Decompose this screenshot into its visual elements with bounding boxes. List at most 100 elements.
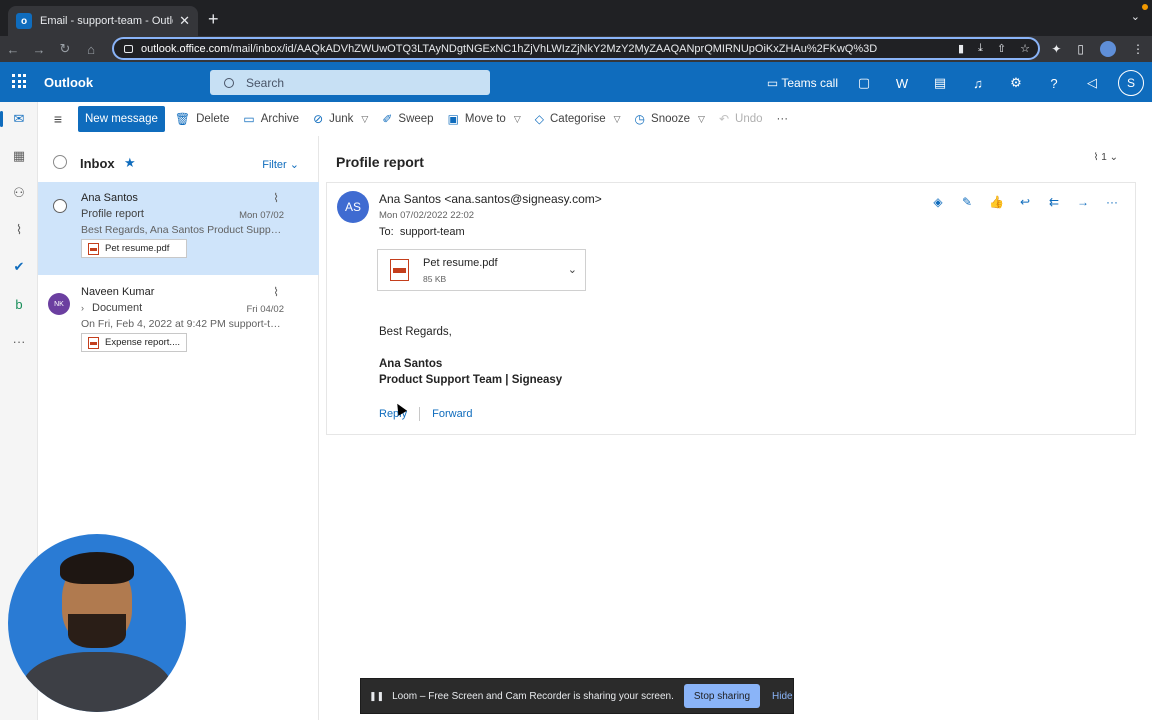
notifications-bell-icon[interactable]: ♫ (966, 76, 990, 91)
trash-icon: 🗑 (174, 112, 191, 126)
calendar-icon[interactable]: ▦ (0, 145, 38, 167)
address-bar[interactable]: outlook.office.com/mail/inbox/id/AAQkADV… (112, 37, 1040, 60)
camera-icon[interactable]: ▮ (958, 42, 964, 55)
categorise-button[interactable]: ◇ Categorise ▽ (535, 112, 621, 126)
reply-icon[interactable]: ↩ (1018, 195, 1032, 209)
app-name[interactable]: Outlook (44, 75, 93, 90)
mail-subject: Profile report (81, 208, 144, 220)
forward-icon[interactable]: → (1076, 195, 1090, 209)
webcam-bubble[interactable] (8, 534, 186, 712)
extensions-puzzle-icon[interactable]: ✦ (1051, 42, 1061, 56)
presenter-body (22, 652, 172, 712)
reload-icon[interactable]: ↻ (52, 41, 78, 57)
folder-move-icon: ▣ (447, 112, 459, 126)
todo-check-icon[interactable]: ✔ (0, 256, 38, 278)
files-paperclip-icon[interactable]: ⌇ (0, 219, 38, 241)
side-panel-icon[interactable]: ▯ (1077, 42, 1084, 56)
chat-icon[interactable]: ▢ (852, 75, 876, 91)
pdf-icon (88, 242, 99, 255)
attachment-chip[interactable]: Pet resume.pdf (81, 239, 187, 258)
mail-preview: Best Regards, Ana Santos Product Support… (81, 224, 286, 236)
edit-note-icon[interactable]: ✎ (960, 195, 974, 209)
search-input[interactable]: Search (210, 70, 490, 95)
share-message: Loom – Free Screen and Cam Recorder is s… (392, 690, 674, 702)
tab-close-icon[interactable]: ✕ (179, 13, 190, 29)
teams-call-button[interactable]: ▭ Teams call (767, 76, 838, 90)
reply-all-icon[interactable]: ⇇ (1047, 195, 1061, 209)
attachment-chip[interactable]: Expense report.... (81, 333, 187, 352)
junk-button[interactable]: ⊘ Junk ▽ (313, 112, 368, 126)
filter-button[interactable]: Filter ⌄ (262, 158, 299, 171)
sweep-button[interactable]: ✐ Sweep (382, 112, 433, 126)
undo-button[interactable]: ↶ Undo (719, 112, 763, 126)
word-icon[interactable]: W (890, 76, 914, 91)
chevron-right-icon: › (81, 303, 84, 313)
chevron-down-icon[interactable]: ⌄ (568, 263, 577, 276)
undo-icon: ↶ (718, 112, 730, 126)
browser-tab[interactable]: o Email - support-team - Outlook ✕ (8, 6, 198, 36)
tab-search-icon[interactable]: ⌄ (1131, 10, 1140, 23)
favorite-star-icon[interactable]: ★ (124, 155, 136, 171)
back-icon[interactable]: ← (0, 42, 26, 57)
search-placeholder: Search (246, 75, 285, 90)
screen-share-bar: ❚❚ Loom – Free Screen and Cam Recorder i… (360, 678, 794, 714)
forward-link[interactable]: Forward (432, 408, 472, 420)
sender-avatar[interactable]: AS (337, 191, 369, 223)
archive-button[interactable]: ▭ Archive (243, 112, 299, 126)
share-icon[interactable]: ⇧ (997, 42, 1006, 55)
people-icon[interactable]: ⚇ (0, 182, 38, 204)
list-item[interactable]: NK Naveen Kumar ⌇ › Document Fri 04/02 On… (38, 276, 319, 369)
select-all-checkbox[interactable] (53, 155, 67, 169)
email-subject: Profile report (336, 154, 424, 170)
attachment-count[interactable]: ⌇ 1 ⌄ (1094, 152, 1118, 163)
more-actions-button[interactable]: ··· (777, 113, 789, 125)
move-to-button[interactable]: ▣ Move to ▽ (448, 112, 521, 126)
my-day-icon[interactable]: ▤ (928, 75, 952, 91)
forward-icon[interactable]: → (26, 42, 52, 57)
hide-button[interactable]: Hide (772, 691, 793, 702)
mail-icon[interactable]: ✉ (0, 108, 38, 130)
install-app-icon[interactable]: ⤓ (978, 42, 983, 55)
broom-icon: ✐ (382, 112, 393, 126)
browser-toolbar: ← → ↻ ⌂ outlook.office.com/mail/inbox/id… (0, 36, 1152, 62)
mail-date: Fri 04/02 (246, 304, 285, 315)
delete-button[interactable]: 🗑 Delete (175, 112, 229, 126)
new-message-button[interactable]: New message (78, 106, 165, 132)
pdf-icon (390, 259, 409, 281)
more-icon[interactable]: ··· (1105, 195, 1119, 209)
message-actions: ◈ ✎ 👍 ↩ ⇇ → ··· (931, 195, 1119, 209)
tab-title: Email - support-team - Outlook (40, 15, 173, 27)
body-signature-name: Ana Santos (379, 358, 443, 370)
chrome-menu-icon[interactable]: ⋮ (1132, 42, 1144, 56)
profile-avatar[interactable] (1100, 41, 1116, 57)
bookings-icon[interactable]: b (0, 293, 38, 315)
like-thumb-icon[interactable]: 👍 (989, 195, 1004, 209)
quick-reply-links: Reply Forward (379, 407, 472, 421)
select-checkbox[interactable] (53, 199, 67, 213)
home-icon[interactable]: ⌂ (78, 42, 104, 57)
help-icon[interactable]: ? (1042, 76, 1066, 91)
snooze-button[interactable]: ◷ Snooze ▽ (635, 112, 705, 126)
clock-icon: ◷ (634, 112, 646, 126)
hamburger-menu-icon[interactable]: ≡ (38, 111, 78, 127)
feedback-megaphone-icon[interactable]: ◁ (1080, 75, 1104, 91)
body-greeting: Best Regards, (379, 326, 452, 338)
outlook-favicon-icon: o (16, 13, 32, 29)
more-apps-icon[interactable]: ··· (0, 330, 38, 352)
settings-gear-icon[interactable]: ⚙ (1004, 75, 1028, 91)
attachment-card[interactable]: Pet resume.pdf 85 KB ⌄ (377, 249, 586, 291)
sender-address[interactable]: Ana Santos <ana.santos@signeasy.com> (379, 192, 602, 206)
app-launcher-icon[interactable] (12, 74, 26, 88)
pause-icon: ❚❚ (369, 690, 385, 701)
browser-tabstrip: o Email - support-team - Outlook ✕ + ⌄ (0, 0, 1152, 36)
paperclip-icon: ⌇ (273, 191, 279, 205)
divider (419, 407, 421, 421)
bookmark-star-icon[interactable]: ☆ (1020, 42, 1030, 55)
list-header: Inbox ★ Filter ⌄ (38, 136, 319, 180)
chevron-down-icon: ▽ (361, 113, 369, 124)
new-tab-button[interactable]: + (208, 10, 219, 28)
immersive-reader-icon[interactable]: ◈ (931, 195, 945, 209)
list-item[interactable]: Ana Santos ⌇ Profile report Mon 07/02 Be… (38, 182, 319, 275)
stop-sharing-button[interactable]: Stop sharing (683, 684, 761, 708)
account-avatar[interactable]: S (1118, 70, 1144, 96)
